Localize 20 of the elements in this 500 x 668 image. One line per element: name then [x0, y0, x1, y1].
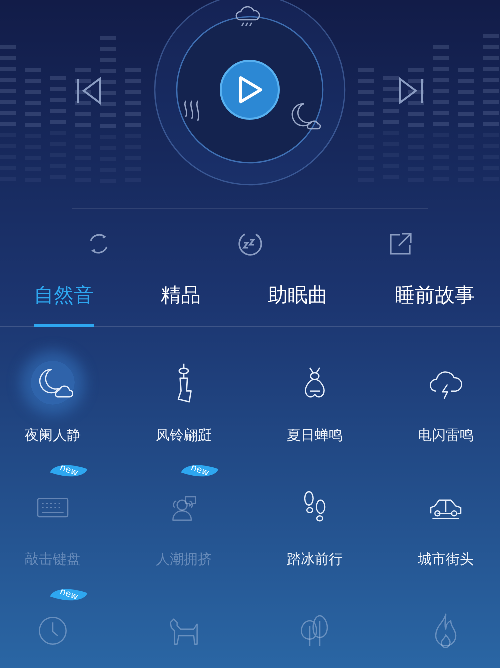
sound-label: 夏日蝉鸣: [287, 427, 343, 445]
sound-label: 敲击键盘: [25, 551, 81, 569]
category-tab[interactable]: 睡前故事: [395, 277, 475, 327]
sound-label: 城市街头: [418, 551, 474, 569]
category-tab[interactable]: 精品: [161, 277, 201, 327]
category-tab[interactable]: 助眠曲: [268, 277, 328, 327]
sound-label: 人潮拥挤: [156, 551, 212, 569]
next-button[interactable]: [396, 76, 426, 106]
moon-cloud-icon[interactable]: [292, 103, 322, 130]
sleep-timer-button[interactable]: [237, 231, 263, 257]
previous-button[interactable]: [74, 76, 104, 106]
sound-label: 踏冰前行: [287, 551, 343, 569]
share-button[interactable]: [388, 231, 414, 257]
rain-cloud-icon[interactable]: [236, 6, 260, 27]
sound-tile[interactable]: [31, 361, 75, 405]
sound-label: 夜阑人静: [25, 427, 81, 445]
wind-icon[interactable]: [184, 100, 200, 122]
sound-label: 电闪雷鸣: [418, 427, 474, 445]
category-tab[interactable]: 自然音: [34, 277, 94, 327]
sound-label: 风铃翩跹: [156, 427, 212, 445]
